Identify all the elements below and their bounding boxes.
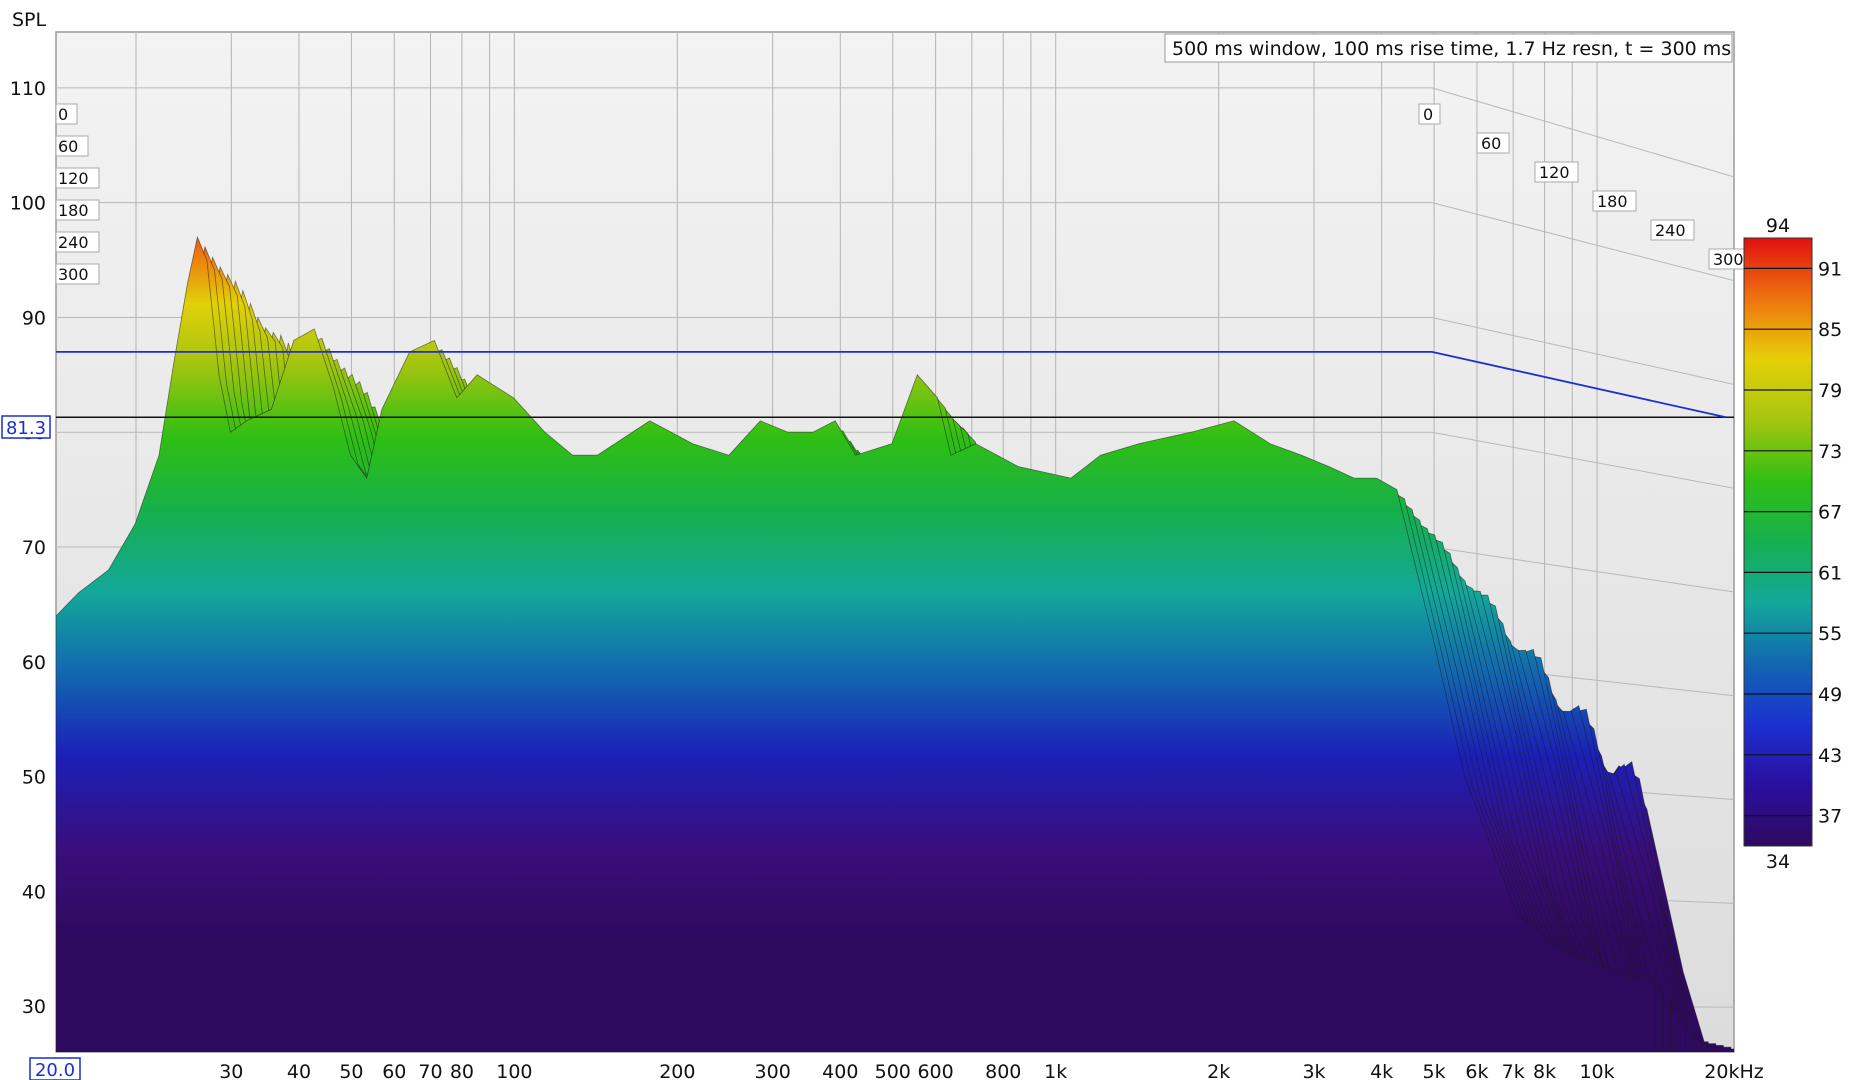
colorbar-tick-label: 49 (1818, 684, 1842, 706)
time-tick-left-label: 120 (58, 169, 89, 188)
time-tick-left: 300 (55, 263, 100, 285)
x-tick-label: 400 (822, 1061, 858, 1080)
colorbar-tick-label: 91 (1818, 258, 1842, 280)
y-tick-label: 30 (22, 996, 46, 1018)
x-tick-label: 80 (450, 1061, 474, 1080)
colorbar-max-label: 94 (1766, 215, 1790, 237)
annotation-box: 500 ms window, 100 ms rise time, 1.7 Hz … (1164, 33, 1733, 63)
y-tick-label: 90 (22, 307, 46, 329)
colorbar-tick-label: 55 (1818, 623, 1842, 645)
annotation-text: 500 ms window, 100 ms rise time, 1.7 Hz … (1172, 38, 1731, 60)
x-tick-label: 4k (1370, 1061, 1393, 1080)
time-tick-left: 0 (55, 103, 78, 125)
time-tick-right: 60 (1476, 132, 1510, 154)
time-tick-left-label: 60 (58, 137, 78, 156)
time-tick-right-label: 0 (1423, 105, 1433, 124)
x-tick-label: 2k (1207, 1061, 1230, 1080)
colorbar-tick-label: 43 (1818, 745, 1842, 767)
x-tick-label: 1k (1044, 1061, 1067, 1080)
time-tick-right: 120 (1534, 161, 1579, 183)
colorbar-tick-label: 67 (1818, 502, 1842, 524)
x-tick-label: 300 (755, 1061, 791, 1080)
x-tick-label: 8k (1533, 1061, 1556, 1080)
y-tick-label: 40 (22, 881, 46, 903)
x-tick-label: 50 (339, 1061, 363, 1080)
y-tick-label: 100 (10, 193, 46, 215)
y-tick-label: 50 (22, 767, 46, 789)
marker-value: 81.3 (6, 418, 46, 439)
time-tick-right: 180 (1592, 190, 1637, 212)
time-tick-left: 60 (55, 135, 89, 157)
time-tick-right-label: 300 (1713, 250, 1744, 269)
time-tick-right-label: 60 (1481, 134, 1501, 153)
x-tick-label: 5k (1423, 1061, 1446, 1080)
x-tick-label: 60 (382, 1061, 406, 1080)
y-axis-label: SPL (12, 9, 47, 31)
time-tick-right: 240 (1650, 219, 1695, 241)
x-tick-label: 70 (418, 1061, 442, 1080)
colorbar-tick-label: 79 (1818, 380, 1842, 402)
y-tick-label: 110 (10, 78, 46, 100)
time-tick-right-label: 240 (1655, 221, 1686, 240)
x-tick-label: 10k (1579, 1061, 1614, 1080)
x-tick-label: 6k (1465, 1061, 1488, 1080)
colorbar-tick-label: 73 (1818, 441, 1842, 463)
x-tick-label: 40 (287, 1061, 311, 1080)
time-tick-right-label: 120 (1539, 163, 1570, 182)
marker-value-box[interactable]: 81.3 (1, 415, 51, 439)
x-tick-label: 100 (496, 1061, 532, 1080)
x-tick-label: 200 (659, 1061, 695, 1080)
time-tick-right-label: 180 (1597, 192, 1628, 211)
x-tick-label: 30 (219, 1061, 243, 1080)
x-tick-label: 800 (985, 1061, 1021, 1080)
colorbar-tick-label: 61 (1818, 562, 1842, 584)
y-tick-label: 70 (22, 537, 46, 559)
colorbar: 94 34 91 85 79 73 67 61 55 49 43 37 (1743, 215, 1842, 873)
x-start-box[interactable]: 20.0 (29, 1057, 81, 1080)
time-tick-left-label: 240 (58, 233, 89, 252)
y-tick-label: 60 (22, 652, 46, 674)
x-start-label: 20.0 (35, 1060, 75, 1080)
x-tick-label: 7k (1502, 1061, 1525, 1080)
colorbar-min-label: 34 (1766, 851, 1790, 873)
x-tick-label: 3k (1302, 1061, 1325, 1080)
time-tick-left: 120 (55, 167, 100, 189)
waterfall-chart: 30 40 50 60 70 80 90 100 110 0 0 60 60 120 120 180 180 24… (1, 9, 1842, 1080)
time-tick-right: 0 (1418, 103, 1441, 125)
time-tick-left-label: 0 (58, 105, 68, 124)
x-axis-unit-label: 20kHz (1704, 1061, 1763, 1080)
colorbar-tick-label: 37 (1818, 806, 1842, 828)
time-tick-left-label: 300 (58, 265, 89, 284)
colorbar-tick-label: 85 (1818, 319, 1842, 341)
x-tick-label: 600 (917, 1061, 953, 1080)
time-tick-left: 180 (55, 199, 100, 221)
x-tick-label: 500 (875, 1061, 911, 1080)
time-tick-left-label: 180 (58, 201, 89, 220)
time-tick-left: 240 (55, 231, 100, 253)
